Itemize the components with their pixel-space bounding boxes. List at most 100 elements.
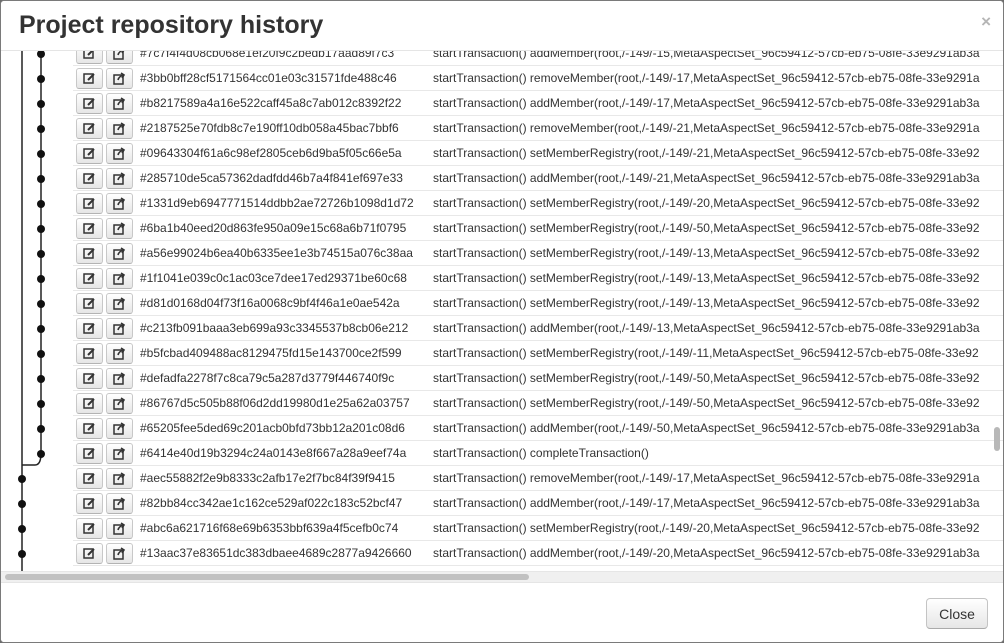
commit-row: #b8217589a4a16e522caff45a8c7ab012c8392f2… [73, 91, 1003, 116]
commit-hash: #6414e40d19b3294c24a0143e8f667a28a9eef74… [140, 446, 407, 460]
commit-message: startTransaction() setMemberRegistry(roo… [433, 396, 980, 410]
commit-message: startTransaction() addMember(root,/-149/… [433, 171, 980, 185]
share-button[interactable] [106, 343, 133, 364]
share-button[interactable] [106, 518, 133, 539]
share-button[interactable] [106, 468, 133, 489]
commit-message: startTransaction() setMemberRegistry(roo… [433, 521, 980, 535]
commit-node [37, 275, 45, 283]
commit-node [37, 50, 45, 58]
share-button[interactable] [106, 493, 133, 514]
horizontal-scrollbar[interactable] [1, 571, 1003, 582]
commit-row: #3bb0bff28cf5171564cc01e03c31571fde488c4… [73, 66, 1003, 91]
share-button[interactable] [106, 168, 133, 189]
share-button[interactable] [106, 193, 133, 214]
edit-button[interactable] [76, 143, 103, 164]
edit-button[interactable] [76, 168, 103, 189]
edit-button[interactable] [76, 343, 103, 364]
edit-button[interactable] [76, 443, 103, 464]
edit-button[interactable] [76, 293, 103, 314]
share-button[interactable] [106, 318, 133, 339]
share-button[interactable] [106, 268, 133, 289]
share-button[interactable] [106, 118, 133, 139]
share-button[interactable] [106, 443, 133, 464]
horizontal-scrollbar-thumb[interactable] [5, 574, 529, 580]
share-button[interactable] [106, 93, 133, 114]
commit-node [37, 100, 45, 108]
vertical-scrollbar-thumb[interactable] [994, 427, 1000, 451]
commit-message: startTransaction() setMemberRegistry(roo… [433, 271, 980, 285]
edit-button[interactable] [76, 243, 103, 264]
commit-node [37, 450, 45, 458]
share-button[interactable] [106, 418, 133, 439]
commit-node [37, 325, 45, 333]
commit-row: #abc6a621716f68e69b6353bbf639a4f5cefb0c7… [73, 516, 1003, 541]
commit-hash: #c213fb091baaa3eb699a93c3345537b8cb06e21… [140, 321, 409, 335]
commit-message: startTransaction() removeMember(root,/-1… [433, 71, 980, 85]
commit-row: #d81d0168d04f73f16a0068c9bf4f46a1e0ae542… [73, 291, 1003, 316]
share-button[interactable] [106, 68, 133, 89]
share-button[interactable] [106, 543, 133, 564]
commit-hash: #2187525e70fdb8c7e190ff10db058a45bac7bbf… [140, 121, 399, 135]
edit-button[interactable] [76, 468, 103, 489]
commit-message: startTransaction() addMember(root,/-149/… [433, 321, 980, 335]
commit-row: #09643304f61a6c98ef2805ceb6d9ba5f05c66e5… [73, 141, 1003, 166]
commit-hash: #6ba1b40eed20d863fe950a09e15c68a6b71f079… [140, 221, 407, 235]
commit-hash: #b8217589a4a16e522caff45a8c7ab012c8392f2… [140, 96, 402, 110]
commit-node [37, 350, 45, 358]
vertical-scrollbar[interactable] [993, 41, 1001, 571]
share-button[interactable] [106, 393, 133, 414]
commit-hash: #abc6a621716f68e69b6353bbf639a4f5cefb0c7… [140, 521, 399, 535]
commit-hash: #285710de5ca57362dadfdd46b7a4f841ef697e3… [140, 171, 403, 185]
edit-button[interactable] [76, 318, 103, 339]
commit-node [18, 475, 26, 483]
edit-button[interactable] [76, 118, 103, 139]
edit-button[interactable] [76, 418, 103, 439]
commit-message: startTransaction() setMemberRegistry(roo… [433, 371, 980, 385]
dialog-title: Project repository history [19, 11, 324, 39]
share-button[interactable] [106, 218, 133, 239]
commit-row: #6ba1b40eed20d863fe950a09e15c68a6b71f079… [73, 216, 1003, 241]
commit-node [37, 375, 45, 383]
edit-button[interactable] [76, 393, 103, 414]
commit-history-list[interactable]: #7c7f4f4d08cb068e1ef20f9c2bedb17aad89f7c… [1, 41, 1003, 582]
commit-row: #285710de5ca57362dadfdd46b7a4f841ef697e3… [73, 166, 1003, 191]
commit-node [37, 150, 45, 158]
share-button[interactable] [106, 143, 133, 164]
commit-message: startTransaction() setMemberRegistry(roo… [433, 296, 980, 310]
commit-node [37, 425, 45, 433]
edit-button[interactable] [76, 93, 103, 114]
share-button[interactable] [106, 368, 133, 389]
close-icon[interactable]: × [981, 13, 991, 30]
commit-node [18, 525, 26, 533]
share-button[interactable] [106, 243, 133, 264]
commit-row: #65205fee5ded69c201acb0bfd73bb12a201c08d… [73, 416, 1003, 441]
commit-hash: #09643304f61a6c98ef2805ceb6d9ba5f05c66e5… [140, 146, 402, 160]
edit-button[interactable] [76, 543, 103, 564]
edit-button[interactable] [76, 268, 103, 289]
commit-message: startTransaction() completeTransaction() [433, 446, 649, 460]
commit-row: #b5fcbad409488ac8129475fd15e143700ce2f59… [73, 341, 1003, 366]
edit-button[interactable] [76, 368, 103, 389]
commit-message: startTransaction() addMember(root,/-149/… [433, 96, 980, 110]
edit-button[interactable] [76, 518, 103, 539]
commit-row: #6414e40d19b3294c24a0143e8f667a28a9eef74… [73, 441, 1003, 466]
edit-button[interactable] [76, 68, 103, 89]
edit-button[interactable] [76, 193, 103, 214]
commit-hash: #65205fee5ded69c201acb0bfd73bb12a201c08d… [140, 421, 405, 435]
branch-graph [18, 41, 45, 582]
commit-message: startTransaction() setMemberRegistry(roo… [433, 221, 980, 235]
commit-node [37, 175, 45, 183]
dialog-header: Project repository history × [1, 1, 1003, 51]
commit-row: #aec55882f2e9b8333c2afb17e2f7bc84f39f941… [73, 466, 1003, 491]
share-button[interactable] [106, 293, 133, 314]
commit-hash: #82bb84cc342ae1c162ce529af022c183c52bcf4… [140, 496, 403, 510]
commit-hash: #aec55882f2e9b8333c2afb17e2f7bc84f39f941… [140, 471, 395, 485]
commit-hash: #1331d9eb6947771514ddbb2ae72726b1098d1d7… [140, 196, 414, 210]
commit-message: startTransaction() setMemberRegistry(roo… [433, 196, 980, 210]
edit-button[interactable] [76, 218, 103, 239]
commit-message: startTransaction() setMemberRegistry(roo… [433, 246, 980, 260]
commit-hash: #defadfa2278f7c8ca79c5a287d3779f446740f9… [140, 371, 395, 385]
close-button[interactable]: Close [926, 598, 988, 629]
commit-hash: #3bb0bff28cf5171564cc01e03c31571fde488c4… [140, 71, 397, 85]
edit-button[interactable] [76, 493, 103, 514]
